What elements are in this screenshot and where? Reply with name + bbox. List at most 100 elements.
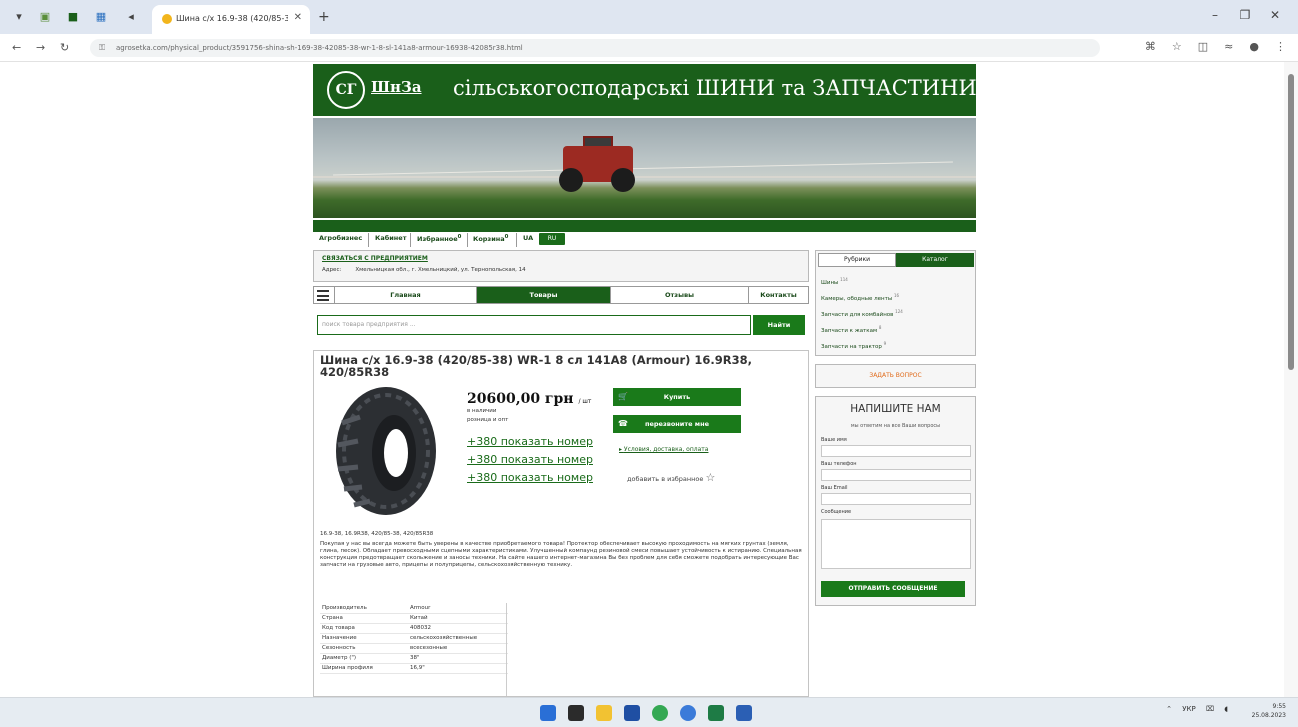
spec-value: 408032 [408, 623, 508, 634]
word-icon[interactable] [736, 705, 752, 721]
show-phone-link[interactable]: +380 показать номер [467, 471, 593, 484]
network-icon[interactable]: ⌧ [1206, 705, 1214, 713]
specs-table: Производитель Armour Страна Китай Код това… [320, 603, 508, 674]
ai-icon[interactable]: ≈ [1224, 40, 1233, 53]
add-to-favorites[interactable]: добавить в избранное ☆ [627, 471, 715, 484]
tab-back-icon[interactable]: ◂ [124, 10, 138, 24]
category-link[interactable]: Запчасти на трактор 9 [821, 341, 886, 350]
store-icon[interactable] [624, 705, 640, 721]
account-icon[interactable]: ● [1249, 40, 1259, 53]
system-tray: ⌃ УКР ⌧ ◖ [1158, 705, 1228, 713]
start-icon[interactable] [540, 705, 556, 721]
table-row: Код товара 408032 [320, 623, 508, 634]
url-text: agrosetka.com/physical_product/3591756-s… [116, 44, 523, 52]
lang-ua[interactable]: UA [523, 234, 533, 242]
profile-icon[interactable]: ▣ [38, 10, 52, 24]
brand-name[interactable]: ШнЗа [371, 78, 422, 96]
restore-icon[interactable]: ❐ [1230, 8, 1260, 22]
file-explorer-icon[interactable] [596, 705, 612, 721]
excel-icon[interactable] [708, 705, 724, 721]
language-indicator[interactable]: УКР [1182, 705, 1195, 713]
table-row: Страна Китай [320, 613, 508, 624]
tab-menu-icon[interactable]: ▾ [12, 10, 26, 24]
url-field[interactable]: ⚿ agrosetka.com/physical_product/3591756… [90, 39, 1100, 57]
name-field[interactable] [821, 445, 971, 457]
product-image[interactable] [320, 383, 456, 521]
phone-icon: ☎ [618, 419, 628, 428]
hamburger-icon[interactable] [317, 290, 329, 301]
favicon-icon [162, 14, 172, 24]
email-field[interactable] [821, 493, 971, 505]
browser-menu-icon[interactable]: ⋮ [1275, 40, 1286, 53]
nav-favorites[interactable]: Избранное0 [417, 234, 461, 243]
clock[interactable]: 9:55 25.08.2023 [1252, 702, 1286, 720]
tray-chevron-icon[interactable]: ⌃ [1166, 705, 1172, 713]
browser-icon[interactable] [680, 705, 696, 721]
product-title: Шина с/х 16.9-38 (420/85-38) WR-1 8 сл 1… [320, 353, 752, 379]
ask-question-link[interactable]: ЗАДАТЬ ВОПРОС [816, 365, 975, 387]
close-window-icon[interactable]: ✕ [1260, 8, 1290, 22]
tab-main[interactable]: Главная [334, 287, 476, 303]
ask-question-box[interactable]: ЗАДАТЬ ВОПРОС [815, 364, 976, 388]
name-label: Ваше имя [821, 437, 847, 443]
nav-cabinet[interactable]: Кабинет [375, 234, 406, 242]
category-link[interactable]: Камеры, ободные ленты 16 [821, 293, 899, 302]
scrollbar-thumb[interactable] [1288, 74, 1294, 370]
category-count: 124 [895, 309, 903, 314]
chrome-icon[interactable] [652, 705, 668, 721]
toolbar-actions: ⌘ ☆ ◫ ≈ ● ⋮ [1129, 40, 1286, 53]
delivery-terms-link[interactable]: ▸ Условия, доставка, оплата [619, 446, 708, 453]
forward-icon[interactable]: → [36, 41, 45, 54]
phone-field[interactable] [821, 469, 971, 481]
message-field[interactable] [821, 519, 971, 569]
tab-contacts[interactable]: Контакты [748, 287, 808, 303]
browser-tab-bar: ▾ ▣ ■ ▦ ◂ Шина с/х 16.9-38 (420/85-38) ✕… [0, 0, 1298, 34]
product-description: Покупая у нас вы всегда можете быть увер… [320, 541, 802, 568]
nav-agrobusiness[interactable]: Агробизнес [319, 234, 362, 242]
contact-subtitle: мы ответим на все Ваши вопросы [850, 423, 941, 429]
send-message-button[interactable]: ОТПРАВИТЬ СООБЩЕНИЕ [821, 581, 965, 597]
pinned-tab-icon[interactable]: ▦ [94, 10, 108, 24]
category-link[interactable]: Запчасти к жаткам 8 [821, 325, 881, 334]
price-value: 20600,00 грн [467, 391, 574, 407]
app-icon[interactable]: ■ [66, 10, 80, 24]
buy-button[interactable]: 🛒 Купить [613, 388, 741, 406]
tab-rubrics[interactable]: Рубрики [818, 253, 896, 267]
active-tab[interactable]: Шина с/х 16.9-38 (420/85-38) ✕ [152, 5, 310, 34]
close-tab-icon[interactable]: ✕ [294, 12, 302, 23]
new-tab-icon[interactable]: + [318, 9, 330, 25]
star-icon: ☆ [705, 471, 716, 484]
spec-value: Китай [408, 613, 508, 624]
contact-company-link[interactable]: СВЯЗАТЬСЯ С ПРЕДПРИЯТИЕМ [322, 255, 428, 262]
site-logo[interactable]: СГ [327, 71, 365, 109]
tab-products[interactable]: Товары [476, 287, 610, 303]
taskbar: ⌃ УКР ⌧ ◖ 9:55 25.08.2023 [0, 697, 1298, 727]
lang-ru-button[interactable]: RU [539, 233, 565, 245]
bookmark-star-icon[interactable]: ☆ [1172, 40, 1182, 53]
callback-button[interactable]: ☎ перезвоните мне [613, 415, 741, 433]
show-phone-link[interactable]: +380 показать номер [467, 435, 593, 448]
site-info-icon[interactable]: ⚿ [99, 39, 105, 57]
spec-value: 38" [408, 653, 508, 664]
translate-icon[interactable]: ⌘ [1145, 40, 1156, 53]
reload-icon[interactable]: ↻ [60, 41, 69, 54]
nav-divider [467, 233, 468, 247]
show-phone-link[interactable]: +380 показать номер [467, 453, 593, 466]
minimize-icon[interactable]: – [1200, 8, 1230, 22]
category-link[interactable]: Шины 114 [821, 277, 848, 286]
category-link[interactable]: Запчасти для комбайнов 124 [821, 309, 903, 318]
tab-reviews[interactable]: Отзывы [610, 287, 748, 303]
spec-value: Armour [408, 603, 508, 614]
tab-catalog[interactable]: Каталог [896, 253, 974, 267]
extensions-icon[interactable]: ◫ [1198, 40, 1208, 53]
clock-time: 9:55 [1272, 703, 1286, 710]
search-button[interactable]: Найти [753, 315, 805, 335]
nav-cart[interactable]: Корзина0 [473, 234, 508, 243]
volume-icon[interactable]: ◖ [1224, 705, 1228, 713]
task-view-icon[interactable] [568, 705, 584, 721]
cart-icon: 🛒 [618, 392, 628, 401]
email-label: Ваш Email [821, 485, 848, 491]
page-scrollbar[interactable] [1284, 62, 1298, 697]
search-input[interactable]: поиск товара предприятия ... [317, 315, 751, 335]
back-icon[interactable]: ← [12, 41, 21, 54]
